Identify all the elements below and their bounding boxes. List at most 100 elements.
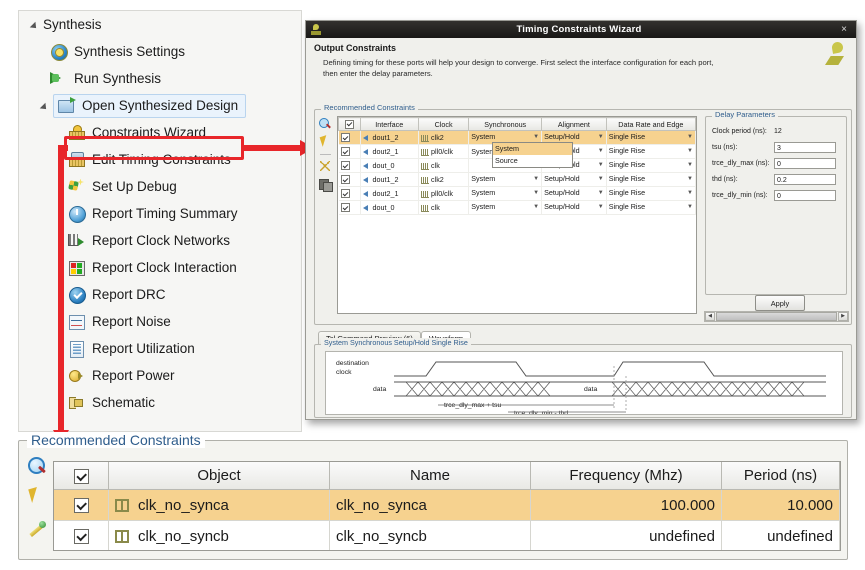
grid-col-data-rate-edge[interactable]: Data Rate and Edge xyxy=(606,118,695,131)
page-description: Defining timing for these ports will hel… xyxy=(323,57,723,79)
cell-data-rate[interactable]: ▼Single Rise xyxy=(606,159,695,173)
dropdown-option-source[interactable]: Source xyxy=(493,155,572,167)
copy-icon[interactable] xyxy=(319,178,332,191)
cell-synchronous[interactable]: ▼System xyxy=(469,173,542,187)
clock-icon xyxy=(421,177,429,184)
scissors-icon[interactable] xyxy=(319,160,332,173)
chevron-down-icon[interactable]: ▼ xyxy=(533,188,539,199)
port-icon xyxy=(363,135,371,141)
row-checkbox[interactable] xyxy=(341,147,350,156)
cell-alignment[interactable]: ▼Setup/Hold xyxy=(542,187,607,201)
scroll-left-icon[interactable]: ◀ xyxy=(705,312,715,321)
grid-col-clock[interactable]: Clock xyxy=(419,118,469,131)
grid-col-alignment[interactable]: Alignment xyxy=(542,118,607,131)
cell-synchronous[interactable]: ▼System xyxy=(469,187,542,201)
apply-button[interactable]: Apply xyxy=(755,295,805,311)
row-checkbox-cell[interactable] xyxy=(339,173,361,187)
grid-col-synchronous[interactable]: Synchronous xyxy=(469,118,542,131)
select-all-checkbox[interactable] xyxy=(345,120,354,129)
cell-alignment[interactable]: ▼Setup/Hold xyxy=(542,201,607,215)
cell-data-rate[interactable]: ▼Single Rise xyxy=(606,145,695,159)
dialog-titlebar[interactable]: Timing Constraints Wizard × xyxy=(306,21,856,38)
trce-dly-min-input[interactable]: 0 xyxy=(774,190,836,201)
chevron-down-icon[interactable]: ▼ xyxy=(687,132,693,143)
cell-period: undefined xyxy=(722,521,840,552)
row-checkbox-cell[interactable] xyxy=(54,521,109,552)
clock-icon xyxy=(421,205,429,212)
wizard-wand-icon xyxy=(67,124,86,142)
synchronous-dropdown-menu[interactable]: System Source xyxy=(492,142,573,168)
table-row[interactable]: clk_no_syncb clk_no_syncb undefined unde… xyxy=(54,521,840,552)
cell-data-rate[interactable]: ▼Single Rise xyxy=(606,173,695,187)
bottom-col-frequency[interactable]: Frequency (Mhz) xyxy=(531,462,722,490)
cell-data-rate[interactable]: ▼Single Rise xyxy=(606,201,695,215)
row-checkbox[interactable] xyxy=(341,133,350,142)
bottom-col-name[interactable]: Name xyxy=(330,462,531,490)
row-checkbox[interactable] xyxy=(74,529,89,544)
row-checkbox[interactable] xyxy=(341,203,350,212)
row-checkbox-cell[interactable] xyxy=(339,159,361,173)
horizontal-scrollbar[interactable]: ◀ ▶ xyxy=(704,311,849,322)
tree-item-constraints-wizard[interactable]: Constraints Wizard xyxy=(19,119,301,146)
grid-col-interface[interactable]: Interface xyxy=(360,118,418,131)
table-row[interactable]: dout1_2 clk2 ▼System ▼Setup/Hold ▼Single… xyxy=(339,173,696,187)
select-all-checkbox[interactable] xyxy=(74,469,89,484)
chevron-down-icon[interactable]: ▼ xyxy=(598,146,604,157)
tree-item-open-synthesized-design[interactable]: Open Synthesized Design xyxy=(19,92,301,119)
chevron-down-icon[interactable]: ▼ xyxy=(687,188,693,199)
cell-alignment[interactable]: ▼Setup/Hold xyxy=(542,173,607,187)
cursor-icon[interactable] xyxy=(319,136,332,149)
callout-arrow-down-elbow xyxy=(58,145,68,151)
tree-item-run-synthesis[interactable]: Run Synthesis xyxy=(19,65,301,92)
chevron-down-icon[interactable]: ▼ xyxy=(598,132,604,143)
row-checkbox[interactable] xyxy=(341,161,350,170)
row-checkbox[interactable] xyxy=(341,189,350,198)
row-checkbox-cell[interactable] xyxy=(339,187,361,201)
close-icon[interactable]: × xyxy=(835,24,853,35)
table-row[interactable]: dout2_1 pll0/clk ▼System ▼Setup/Hold ▼Si… xyxy=(339,187,696,201)
chevron-down-icon[interactable]: ▼ xyxy=(533,174,539,185)
chevron-down-icon[interactable]: ▼ xyxy=(687,146,693,157)
chevron-down-icon[interactable]: ▼ xyxy=(598,160,604,171)
row-checkbox-cell[interactable] xyxy=(54,490,109,521)
chevron-down-icon[interactable]: ▼ xyxy=(598,202,604,213)
expander-icon[interactable] xyxy=(39,99,53,113)
search-icon[interactable] xyxy=(319,118,332,131)
constraints-grid[interactable]: Interface Clock Synchronous Alignment Da… xyxy=(337,116,697,314)
thd-input[interactable]: 0.2 xyxy=(774,174,836,185)
scroll-right-icon[interactable]: ▶ xyxy=(838,312,848,321)
row-checkbox-cell[interactable] xyxy=(339,201,361,215)
tsu-input[interactable]: 3 xyxy=(774,142,836,153)
cell-data-rate[interactable]: ▼Single Rise xyxy=(606,187,695,201)
chevron-down-icon[interactable]: ▼ xyxy=(598,174,604,185)
table-row[interactable]: clk_no_synca clk_no_synca 100.000 10.000 xyxy=(54,490,840,521)
row-checkbox[interactable] xyxy=(341,175,350,184)
cell-synchronous[interactable]: ▼System xyxy=(469,201,542,215)
grid-col-select-all[interactable] xyxy=(339,118,361,131)
chevron-down-icon[interactable]: ▼ xyxy=(687,174,693,185)
recommended-constraints-group: Recommended Constraints Interface Clock … xyxy=(314,109,852,325)
bottom-constraints-table[interactable]: Object Name Frequency (Mhz) Period (ns) … xyxy=(53,461,841,551)
chevron-down-icon[interactable]: ▼ xyxy=(687,202,693,213)
search-icon[interactable] xyxy=(27,457,47,477)
tree-item-synthesis[interactable]: Synthesis xyxy=(19,11,301,38)
bottom-col-object[interactable]: Object xyxy=(109,462,330,490)
row-checkbox[interactable] xyxy=(74,498,89,513)
bottom-col-period[interactable]: Period (ns) xyxy=(722,462,840,490)
row-checkbox-cell[interactable] xyxy=(339,131,361,145)
chevron-down-icon[interactable]: ▼ xyxy=(598,188,604,199)
cell-data-rate[interactable]: ▼Single Rise xyxy=(606,131,695,145)
cursor-icon[interactable] xyxy=(27,487,47,507)
scrollbar-thumb[interactable] xyxy=(716,312,837,321)
tree-item-synthesis-settings[interactable]: Synthesis Settings xyxy=(19,38,301,65)
table-row[interactable]: dout_0 clk ▼System ▼Setup/Hold ▼Single R… xyxy=(339,201,696,215)
trce-dly-max-input[interactable]: 0 xyxy=(774,158,836,169)
chevron-down-icon[interactable]: ▼ xyxy=(533,202,539,213)
expander-icon[interactable] xyxy=(29,18,43,32)
dropdown-option-system[interactable]: System xyxy=(493,143,572,155)
row-checkbox-cell[interactable] xyxy=(339,145,361,159)
chevron-down-icon[interactable]: ▼ xyxy=(687,160,693,171)
bottom-col-select-all[interactable] xyxy=(54,462,109,490)
cell-text: pll0/clk xyxy=(431,147,453,156)
pencil-icon[interactable] xyxy=(27,517,47,537)
